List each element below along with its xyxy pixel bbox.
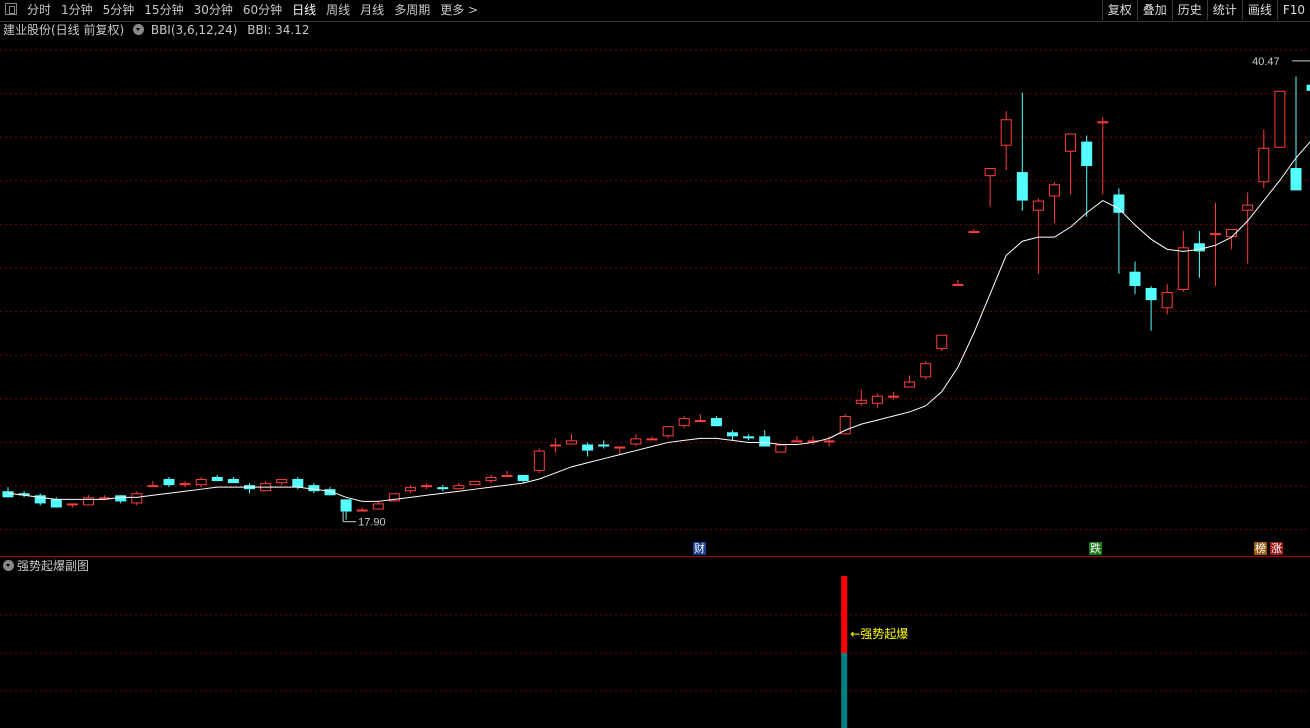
candle-body xyxy=(888,395,899,398)
candle-body xyxy=(678,418,690,427)
indicator-value: BBI: 34.12 xyxy=(247,23,310,37)
candle-body xyxy=(1306,84,1310,91)
signal-bar-bottom xyxy=(841,653,848,728)
candle-body xyxy=(485,476,497,482)
sub-panel-header: 强势起爆副图 xyxy=(3,558,89,574)
candle-body xyxy=(517,474,529,482)
candle-body xyxy=(372,503,384,510)
candle-body xyxy=(1049,184,1060,197)
candle-body xyxy=(904,381,916,388)
candle-body xyxy=(1113,194,1125,213)
candle-body xyxy=(195,479,207,486)
tag-fall[interactable]: 跌 xyxy=(1089,542,1102,555)
candle-body xyxy=(163,479,175,486)
panel-divider[interactable] xyxy=(0,556,1310,557)
candle-body xyxy=(1097,121,1109,124)
candle-body xyxy=(533,450,545,471)
candle-body xyxy=(710,418,722,427)
candle-body xyxy=(147,485,159,488)
candle-body xyxy=(582,444,594,451)
candle-body xyxy=(50,499,62,508)
candle-body xyxy=(1177,247,1189,291)
candle-body xyxy=(549,444,561,447)
candle-body xyxy=(1065,133,1077,152)
candle-body xyxy=(984,168,996,177)
candle-body xyxy=(211,476,223,482)
high-price-label: 40.47 xyxy=(1252,56,1280,68)
candle-body xyxy=(823,440,835,443)
candle-body xyxy=(1274,90,1286,148)
candle-body xyxy=(855,399,867,404)
tag-ranking[interactable]: 榜 xyxy=(1254,542,1267,555)
candle-body xyxy=(952,283,964,286)
candle-body xyxy=(743,436,755,439)
signal-label: ←强势起爆 xyxy=(850,627,908,641)
sub-indicator-menu-icon[interactable] xyxy=(3,560,14,571)
candle-body xyxy=(839,416,851,435)
candle-body xyxy=(469,481,481,486)
candle-body xyxy=(968,231,980,234)
stock-label: 建业股份(日线 前复权) xyxy=(3,23,125,37)
candle-body xyxy=(292,479,304,488)
candle-body xyxy=(630,438,642,445)
candle-body xyxy=(453,485,465,490)
candle-body xyxy=(501,474,513,477)
kline-chart[interactable]: 40.47 17.90 ←强势起爆 xyxy=(0,0,1310,728)
chart-header: 建业股份(日线 前复权) BBI(3,6,12,24) BBI: 34.12 xyxy=(3,22,310,38)
candle-body xyxy=(598,444,610,447)
candle-body xyxy=(115,495,127,502)
candle-body xyxy=(871,395,883,404)
candle-body xyxy=(437,487,449,490)
candle-body xyxy=(356,509,368,512)
candle-body xyxy=(1258,147,1270,183)
candle-body xyxy=(1242,204,1254,211)
candle-body xyxy=(775,444,787,453)
tag-rise[interactable]: 涨 xyxy=(1270,542,1283,555)
candle-body xyxy=(936,334,948,349)
candle-body xyxy=(1016,172,1028,201)
candle-body xyxy=(227,479,239,484)
indicator-params: BBI(3,6,12,24) xyxy=(150,23,238,37)
candle-body xyxy=(694,420,706,423)
candle-body xyxy=(727,432,738,437)
candle-body xyxy=(1145,287,1157,301)
candle-body xyxy=(405,487,416,492)
candle-body xyxy=(66,503,78,506)
candle-body xyxy=(1161,292,1173,309)
candle-body xyxy=(340,499,352,512)
candle-body xyxy=(2,491,14,498)
candle-body xyxy=(421,485,433,488)
candle-body xyxy=(1032,200,1044,211)
candle-body xyxy=(1290,168,1302,191)
candle-body xyxy=(759,436,771,447)
indicator-menu-icon[interactable] xyxy=(133,24,145,35)
tag-finance[interactable]: 财 xyxy=(693,542,706,555)
candle-body xyxy=(131,493,143,504)
candle-body xyxy=(614,446,626,449)
candle-body xyxy=(791,440,803,443)
candle-body xyxy=(308,485,320,492)
candle-body xyxy=(1210,233,1221,236)
candle-body xyxy=(566,440,577,445)
signal-bar-top xyxy=(841,576,848,653)
sub-panel-title: 强势起爆副图 xyxy=(17,559,90,573)
candle-body xyxy=(920,363,932,378)
candle-body xyxy=(662,426,674,437)
candle-body xyxy=(646,438,658,441)
low-price-label: 17.90 xyxy=(358,517,386,529)
candle-body xyxy=(1000,119,1012,146)
bbi-line xyxy=(7,141,1310,502)
candle-body xyxy=(276,479,288,484)
candle-body xyxy=(179,483,191,486)
candle-body xyxy=(1129,271,1141,286)
candle-body xyxy=(1081,141,1093,167)
